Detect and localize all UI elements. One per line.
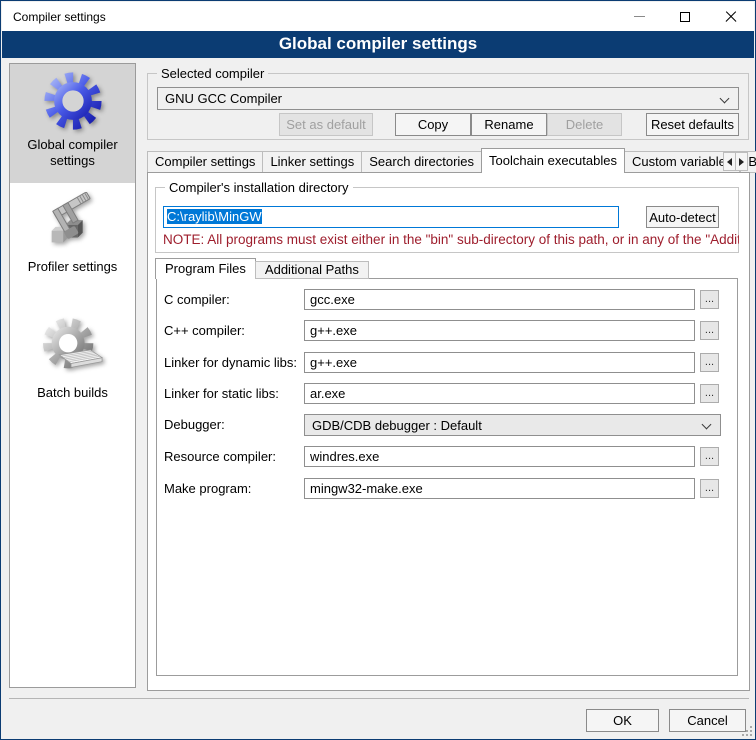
copy-button[interactable]: Copy — [395, 113, 471, 136]
sidebar-item-label: Batch builds — [10, 385, 135, 401]
gear-stack-icon — [10, 318, 135, 380]
static-linker-input[interactable] — [304, 383, 695, 404]
dynamic-linker-input[interactable] — [304, 352, 695, 373]
tab-scroll-right-button[interactable] — [735, 152, 748, 171]
tab-linker-settings[interactable]: Linker settings — [262, 151, 362, 173]
program-files-tabbar: Program Files Additional Paths — [156, 258, 369, 279]
arrow-left-icon — [727, 158, 732, 166]
group-label: Compiler's installation directory — [165, 180, 353, 195]
selected-text: C:\raylib\MinGW — [167, 209, 262, 224]
minimize-button[interactable] — [616, 2, 662, 31]
ok-button[interactable]: OK — [586, 709, 659, 732]
rename-button[interactable]: Rename — [471, 113, 547, 136]
resource-compiler-input[interactable] — [304, 446, 695, 467]
caliper-icon — [10, 192, 135, 254]
settings-tabbar: Compiler settings Linker settings Search… — [147, 148, 756, 173]
tab-toolchain-executables[interactable]: Toolchain executables — [481, 148, 625, 173]
page-title: Global compiler settings — [2, 31, 754, 58]
field-label-debugger: Debugger: — [164, 417, 302, 432]
field-label-cpp-compiler: C++ compiler: — [164, 323, 302, 338]
chevron-down-icon — [720, 94, 730, 104]
field-label-c-compiler: C compiler: — [164, 292, 302, 307]
directory-note: NOTE: All programs must exist either in … — [163, 232, 739, 247]
settings-category-list: Global compiler settings — [9, 63, 136, 688]
maximize-icon — [680, 12, 690, 22]
tab-program-files[interactable]: Program Files — [155, 258, 256, 279]
titlebar: Compiler settings — [2, 2, 754, 31]
make-program-input[interactable] — [304, 478, 695, 499]
set-as-default-button: Set as default — [279, 113, 373, 136]
debugger-select-value: GDB/CDB debugger : Default — [312, 418, 482, 433]
field-label-static-linker: Linker for static libs: — [164, 386, 302, 401]
cancel-button[interactable]: Cancel — [669, 709, 746, 732]
gear-blue-icon — [10, 70, 135, 132]
footer-divider — [9, 698, 749, 699]
browse-c-compiler-button[interactable]: ... — [700, 290, 719, 309]
arrow-right-icon — [739, 158, 744, 166]
compiler-select-value: GNU GCC Compiler — [165, 91, 282, 106]
group-label: Selected compiler — [157, 66, 268, 81]
sidebar-item-batch-builds[interactable]: Batch builds — [10, 296, 135, 422]
tab-additional-paths[interactable]: Additional Paths — [255, 261, 369, 279]
close-button[interactable] — [708, 2, 754, 31]
field-label-resource-compiler: Resource compiler: — [164, 449, 302, 464]
cpp-compiler-input[interactable] — [304, 320, 695, 341]
tab-scroll-arrows — [724, 152, 748, 171]
close-icon — [725, 11, 737, 23]
browse-make-program-button[interactable]: ... — [700, 479, 719, 498]
minimize-icon — [634, 16, 645, 17]
installation-directory-input[interactable]: C:\raylib\MinGW — [163, 206, 619, 228]
sidebar-item-global-compiler-settings[interactable]: Global compiler settings — [10, 64, 135, 183]
tab-compiler-settings[interactable]: Compiler settings — [147, 151, 263, 173]
browse-static-linker-button[interactable]: ... — [700, 384, 719, 403]
field-label-dynamic-linker: Linker for dynamic libs: — [164, 355, 302, 370]
sidebar-item-label: Profiler settings — [10, 259, 135, 275]
tab-search-directories[interactable]: Search directories — [361, 151, 482, 173]
compiler-select[interactable]: GNU GCC Compiler — [157, 87, 739, 110]
delete-button: Delete — [547, 113, 622, 136]
c-compiler-input[interactable] — [304, 289, 695, 310]
debugger-select[interactable]: GDB/CDB debugger : Default — [304, 414, 721, 436]
browse-resource-compiler-button[interactable]: ... — [700, 447, 719, 466]
resize-grip[interactable] — [742, 726, 752, 736]
window-title: Compiler settings — [13, 10, 106, 24]
browse-cpp-compiler-button[interactable]: ... — [700, 321, 719, 340]
chevron-down-icon — [702, 420, 712, 430]
auto-detect-button[interactable]: Auto-detect — [646, 206, 719, 228]
reset-defaults-button[interactable]: Reset defaults — [646, 113, 739, 136]
maximize-button[interactable] — [662, 2, 708, 31]
field-label-make-program: Make program: — [164, 481, 302, 496]
sidebar-item-profiler-settings[interactable]: Profiler settings — [10, 183, 135, 296]
browse-dynamic-linker-button[interactable]: ... — [700, 353, 719, 372]
sidebar-item-label: Global compiler settings — [10, 137, 135, 169]
compiler-settings-dialog: Compiler settings Global compiler settin… — [0, 0, 756, 740]
